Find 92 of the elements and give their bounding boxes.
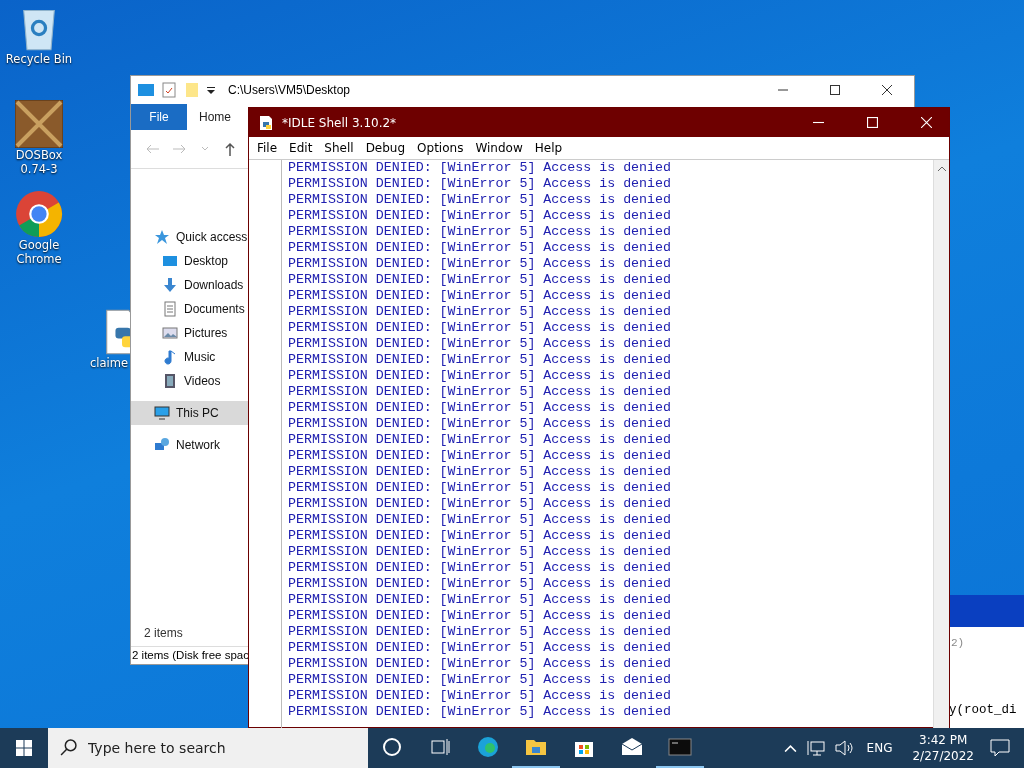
navigation-item[interactable]: Music (131, 345, 249, 369)
output-line: PERMISSION DENIED: [WinError 5] Access is denied (288, 640, 672, 656)
music-icon (162, 349, 178, 365)
video-icon (162, 373, 178, 389)
shortcut-label: claime (90, 356, 129, 370)
output-line: PERMISSION DENIED: [WinError 5] Access is denied (288, 480, 672, 496)
window-title: *IDLE Shell 3.10.2* (282, 115, 398, 130)
output-line: PERMISSION DENIED: [WinError 5] Access is denied (288, 400, 672, 416)
output-line: PERMISSION DENIED: [WinError 5] Access is denied (288, 384, 672, 400)
notification-icon[interactable] (990, 739, 1010, 757)
code-fragment: 2) (951, 637, 965, 649)
shortcut-label: DOSBox 0.74-3 (14, 148, 64, 176)
navigation-item[interactable]: Desktop (131, 249, 249, 273)
menu-item[interactable]: File (251, 141, 284, 155)
pc-icon (154, 405, 170, 421)
desktop-shortcut[interactable]: DOSBox 0.74-3 (0, 100, 78, 180)
output-line: PERMISSION DENIED: [WinError 5] Access is denied (288, 352, 672, 368)
menu-item[interactable]: Shell (318, 141, 360, 155)
ribbon-tab[interactable]: File (131, 104, 187, 130)
star-icon (154, 229, 170, 245)
navigation-item[interactable]: Network (131, 433, 249, 457)
document-icon (162, 301, 178, 317)
output-line: PERMISSION DENIED: [WinError 5] Access is denied (288, 624, 672, 640)
navigation-item[interactable]: This PC (131, 401, 249, 425)
download-icon (162, 277, 178, 293)
output-line: PERMISSION DENIED: [WinError 5] Access is denied (288, 176, 672, 192)
output-line: PERMISSION DENIED: [WinError 5] Access is denied (288, 528, 672, 544)
output-line: PERMISSION DENIED: [WinError 5] Access is denied (288, 224, 672, 240)
properties-icon[interactable] (161, 82, 177, 98)
output-line: PERMISSION DENIED: [WinError 5] Access is denied (288, 576, 672, 592)
output-line: PERMISSION DENIED: [WinError 5] Access is denied (288, 272, 672, 288)
dosbox-icon (15, 100, 63, 148)
navigation-item[interactable]: Pictures (131, 321, 249, 345)
output-line: PERMISSION DENIED: [WinError 5] Access is denied (288, 544, 672, 560)
menu-item[interactable]: Help (528, 141, 569, 155)
output-line: PERMISSION DENIED: [WinError 5] Access is denied (288, 688, 672, 704)
ribbon-tab[interactable]: Home (187, 104, 243, 130)
chrome-icon (15, 190, 63, 238)
dropdown-icon[interactable] (207, 86, 215, 94)
desktop-shortcut[interactable]: Google Chrome (0, 190, 78, 266)
menu-item[interactable]: Debug (359, 141, 412, 155)
output-line: PERMISSION DENIED: [WinError 5] Access is denied (288, 288, 672, 304)
output-line: PERMISSION DENIED: [WinError 5] Access is denied (288, 592, 672, 608)
code-fragment: y(root_di (949, 703, 1017, 717)
menu-item[interactable]: Edit (283, 141, 319, 155)
output-line: PERMISSION DENIED: [WinError 5] Access is denied (288, 320, 672, 336)
output-line: PERMISSION DENIED: [WinError 5] Access is denied (288, 208, 672, 224)
output-line: PERMISSION DENIED: [WinError 5] Access is denied (288, 256, 672, 272)
desktop-shortcut[interactable]: Recycle Bin (0, 4, 78, 70)
output-line: PERMISSION DENIED: [WinError 5] Access is denied (288, 496, 672, 512)
output-line: PERMISSION DENIED: [WinError 5] Access is denied (288, 560, 672, 576)
up-arrow-icon[interactable] (223, 142, 237, 156)
item-count: 2 items (144, 626, 183, 640)
output-line: PERMISSION DENIED: [WinError 5] Access is denied (288, 432, 672, 448)
scrollbar[interactable] (933, 160, 949, 728)
output-line: PERMISSION DENIED: [WinError 5] Access is denied (288, 240, 672, 256)
output-line: PERMISSION DENIED: [WinError 5] Access is denied (288, 448, 672, 464)
output-line: PERMISSION DENIED: [WinError 5] Access is denied (288, 608, 672, 624)
window-title: C:\Users\VM5\Desktop (228, 83, 352, 97)
output-line: PERMISSION DENIED: [WinError 5] Access is denied (288, 304, 672, 320)
menu-item[interactable]: Options (411, 141, 470, 155)
clock[interactable]: 3:42 PM 2/27/2022 (906, 732, 980, 764)
picture-icon (162, 325, 178, 341)
output-line: PERMISSION DENIED: [WinError 5] Access is denied (288, 160, 672, 176)
python-file-icon (258, 114, 274, 131)
navigation-item[interactable]: Downloads (131, 273, 249, 297)
windows-start-icon[interactable] (16, 740, 32, 756)
desktop-icon (162, 253, 178, 269)
output-line: PERMISSION DENIED: [WinError 5] Access is denied (288, 704, 672, 720)
scroll-up-icon[interactable] (937, 166, 946, 171)
network-icon[interactable] (806, 740, 825, 756)
output-line: PERMISSION DENIED: [WinError 5] Access is denied (288, 336, 672, 352)
search-field[interactable]: Type here to search (48, 728, 368, 768)
navigation-item[interactable]: Quick access (131, 225, 249, 249)
output-line: PERMISSION DENIED: [WinError 5] Access is denied (288, 512, 672, 528)
navigation-item[interactable]: Documents (131, 297, 249, 321)
language-indicator[interactable]: ENG (862, 741, 897, 755)
output-line: PERMISSION DENIED: [WinError 5] Access is denied (288, 416, 672, 432)
output-line: PERMISSION DENIED: [WinError 5] Access is denied (288, 464, 672, 480)
volume-icon[interactable] (834, 740, 853, 756)
output-line: PERMISSION DENIED: [WinError 5] Access is denied (288, 192, 672, 208)
network-icon (154, 437, 170, 453)
chevron-up-icon[interactable] (783, 743, 797, 753)
output-line: PERMISSION DENIED: [WinError 5] Access is denied (288, 656, 672, 672)
navigation-item[interactable]: Videos (131, 369, 249, 393)
output-line: PERMISSION DENIED: [WinError 5] Access is denied (288, 672, 672, 688)
menu-item[interactable]: Window (469, 141, 529, 155)
output-line: PERMISSION DENIED: [WinError 5] Access is denied (288, 368, 672, 384)
shortcut-label: Google Chrome (15, 238, 63, 266)
shortcut-label: Recycle Bin (5, 52, 73, 66)
search-icon (60, 739, 77, 756)
monitor-icon (138, 82, 154, 98)
